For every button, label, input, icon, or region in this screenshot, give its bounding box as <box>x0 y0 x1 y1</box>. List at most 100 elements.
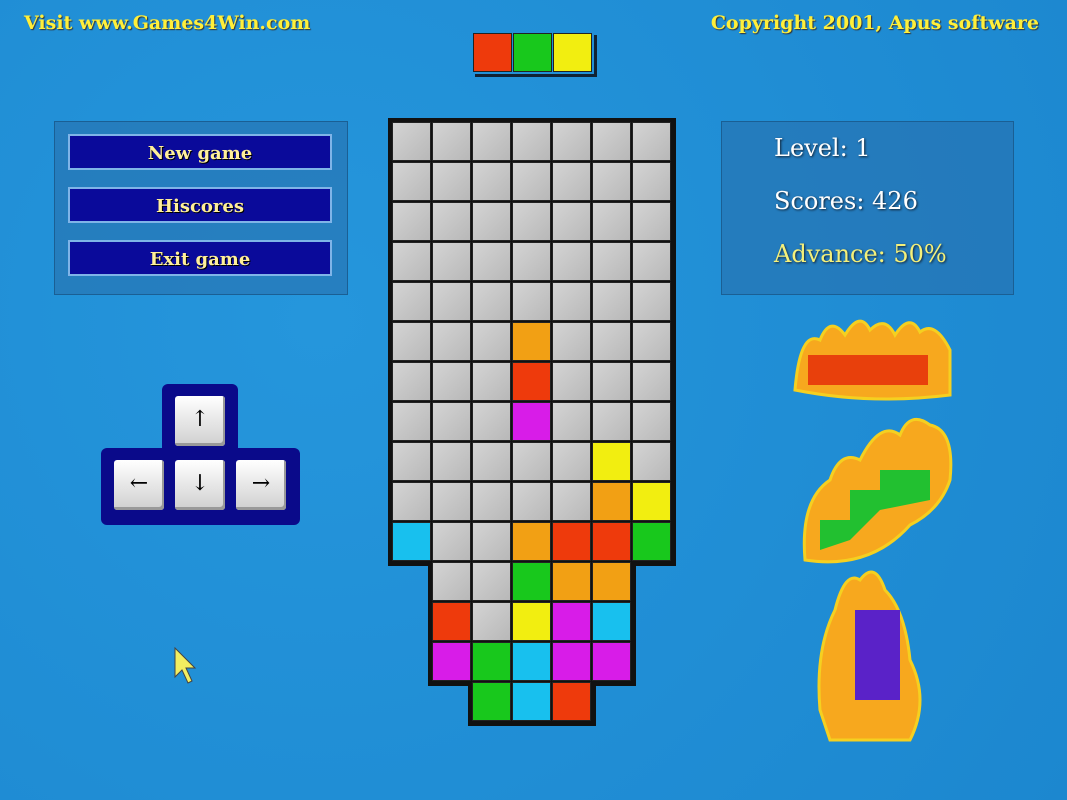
empty-cell <box>472 122 511 161</box>
mouse-cursor-icon <box>174 647 197 684</box>
empty-cell <box>552 362 591 401</box>
empty-cell <box>472 202 511 241</box>
block-cell <box>632 482 671 521</box>
empty-cell <box>632 362 671 401</box>
empty-cell <box>472 162 511 201</box>
block-cell <box>552 642 591 681</box>
empty-cell <box>592 242 631 281</box>
empty-cell <box>392 402 431 441</box>
empty-cell <box>432 322 471 361</box>
empty-cell <box>632 322 671 361</box>
empty-cell <box>392 162 431 201</box>
block-cell <box>552 562 591 601</box>
empty-cell <box>432 202 471 241</box>
block-cell <box>512 322 551 361</box>
up-arrow-key[interactable]: ↑ <box>175 396 225 446</box>
empty-cell <box>592 402 631 441</box>
scores-text: Scores: 426 <box>774 187 918 215</box>
hiscores-button[interactable]: Hiscores <box>68 187 332 223</box>
burning-pieces-decoration <box>793 319 953 742</box>
empty-cell <box>472 602 511 641</box>
block-cell <box>472 682 511 721</box>
block-cell <box>552 602 591 641</box>
new-game-button[interactable]: New game <box>68 134 332 170</box>
down-arrow-key[interactable]: ↓ <box>175 460 225 510</box>
empty-cell <box>592 322 631 361</box>
empty-cell <box>552 242 591 281</box>
block-cell <box>632 522 671 561</box>
block-cell <box>472 642 511 681</box>
empty-cell <box>632 282 671 321</box>
empty-cell <box>512 162 551 201</box>
empty-cell <box>592 282 631 321</box>
block-cell <box>592 562 631 601</box>
block-cell <box>512 402 551 441</box>
block-cell <box>512 642 551 681</box>
menu-panel: New game Hiscores Exit game <box>54 121 348 295</box>
empty-cell <box>432 522 471 561</box>
advance-text: Advance: 50% <box>774 240 947 268</box>
empty-cell <box>552 162 591 201</box>
empty-cell <box>552 202 591 241</box>
empty-cell <box>512 202 551 241</box>
next-piece-block <box>513 33 552 72</box>
empty-cell <box>472 402 511 441</box>
right-arrow-key[interactable]: → <box>236 460 286 510</box>
empty-cell <box>432 442 471 481</box>
empty-cell <box>552 402 591 441</box>
empty-cell <box>432 482 471 521</box>
empty-cell <box>592 202 631 241</box>
empty-cell <box>512 482 551 521</box>
empty-cell <box>552 282 591 321</box>
empty-cell <box>632 162 671 201</box>
empty-cell <box>592 362 631 401</box>
level-text: Level: 1 <box>774 134 871 162</box>
block-cell <box>432 602 471 641</box>
empty-cell <box>392 482 431 521</box>
empty-cell <box>632 122 671 161</box>
empty-cell <box>552 482 591 521</box>
empty-cell <box>632 402 671 441</box>
empty-cell <box>472 482 511 521</box>
empty-cell <box>392 242 431 281</box>
block-cell <box>392 522 431 561</box>
exit-game-button[interactable]: Exit game <box>68 240 332 276</box>
empty-cell <box>432 282 471 321</box>
empty-cell <box>512 242 551 281</box>
empty-cell <box>472 322 511 361</box>
block-cell <box>552 522 591 561</box>
empty-cell <box>432 122 471 161</box>
empty-cell <box>392 322 431 361</box>
empty-cell <box>432 362 471 401</box>
empty-cell <box>632 442 671 481</box>
block-cell <box>512 682 551 721</box>
empty-cell <box>392 282 431 321</box>
next-piece <box>472 32 594 74</box>
empty-cell <box>552 122 591 161</box>
empty-cell <box>592 162 631 201</box>
empty-cell <box>552 322 591 361</box>
block-cell <box>592 602 631 641</box>
empty-cell <box>472 362 511 401</box>
block-cell <box>512 362 551 401</box>
next-piece-block <box>553 33 592 72</box>
left-arrow-key[interactable]: ← <box>114 460 164 510</box>
empty-cell <box>392 442 431 481</box>
empty-cell <box>512 122 551 161</box>
website-link[interactable]: Visit www.Games4Win.com <box>24 12 310 34</box>
empty-cell <box>592 122 631 161</box>
empty-cell <box>472 242 511 281</box>
empty-cell <box>392 202 431 241</box>
empty-cell <box>432 562 471 601</box>
block-cell <box>592 642 631 681</box>
block-cell <box>432 642 471 681</box>
block-cell <box>592 482 631 521</box>
empty-cell <box>472 282 511 321</box>
empty-cell <box>632 242 671 281</box>
stats-panel: Level: 1 Scores: 426 Advance: 50% <box>721 121 1014 295</box>
block-cell <box>592 442 631 481</box>
block-cell <box>512 562 551 601</box>
empty-cell <box>472 562 511 601</box>
empty-cell <box>512 282 551 321</box>
empty-cell <box>552 442 591 481</box>
